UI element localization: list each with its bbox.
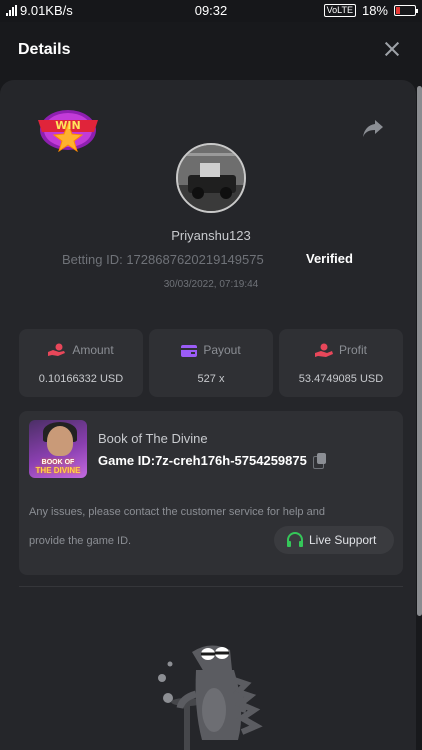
live-support-button[interactable]: Live Support [274,526,394,554]
game-name: Book of The Divine [98,431,208,446]
win-badge-label: WIN [55,119,80,132]
profit-label: Profit [338,343,367,357]
live-support-label: Live Support [309,533,377,547]
thumbnail-title: BOOK OF THE DIVINE [29,459,87,475]
betting-id-label: Betting ID: [62,252,123,267]
divider [19,586,403,587]
verified-status: Verified [306,251,353,266]
close-icon[interactable] [382,38,402,60]
amount-value: 0.10166332 USD [38,373,124,385]
game-id-text: Game ID:7z-creh176h-5754259875 [98,453,307,468]
scrollbar[interactable] [417,86,422,616]
profit-icon [314,343,333,357]
copy-icon[interactable] [312,453,327,469]
payout-value: 527 x [197,373,225,385]
payout-card: Payout 527 x [149,329,273,397]
betting-id: Betting ID: 1728687620219149575 [62,252,264,267]
bet-datetime: 30/03/2022, 07:19:44 [163,279,259,290]
help-text-line1: Any issues, please contact the customer … [29,506,325,518]
status-bar-right: VoLTE 18% [323,3,418,18]
game-id-row: Game ID:7z-creh176h-5754259875 [98,453,327,469]
share-icon[interactable] [362,118,384,138]
battery-level [396,7,400,14]
game-card: BOOK OF THE DIVINE Book of The Divine Ga… [19,411,403,575]
game-id-value: 7z-creh176h-5754259875 [155,453,307,468]
battery-percent: 18% [361,3,388,18]
headset-icon [287,532,303,547]
game-thumbnail[interactable]: BOOK OF THE DIVINE [29,420,87,478]
amount-header: Amount [19,343,143,357]
avatar [176,143,246,213]
profit-header: Profit [279,343,403,357]
amount-label: Amount [72,343,114,357]
thumbnail-face [47,426,73,456]
payout-header: Payout [149,343,273,357]
page-title: Details [18,41,71,58]
wallet-icon [181,344,198,357]
battery-icon [394,5,418,16]
thumbnail-title-line2: THE DIVINE [35,466,81,475]
status-bar: 9.01KB/s 09:32 VoLTE 18% [0,0,422,22]
profit-value: 53.4749085 USD [298,373,384,385]
coins-hand-icon [48,343,66,356]
profit-card: Profit 53.4749085 USD [279,329,403,397]
header: Details [0,22,422,78]
betting-id-value: 1728687620219149575 [126,252,264,267]
game-id-label: Game ID: [98,453,156,468]
crocodile-mascot-illustration [158,645,263,750]
amount-card: Amount 0.10166332 USD [19,329,143,397]
username: Priyanshu123 [171,228,251,243]
payout-label: Payout [203,343,241,357]
win-badge-icon: WIN [38,110,98,152]
help-text-line2: provide the game ID. [29,535,132,547]
volte-badge: VoLTE [323,4,356,17]
